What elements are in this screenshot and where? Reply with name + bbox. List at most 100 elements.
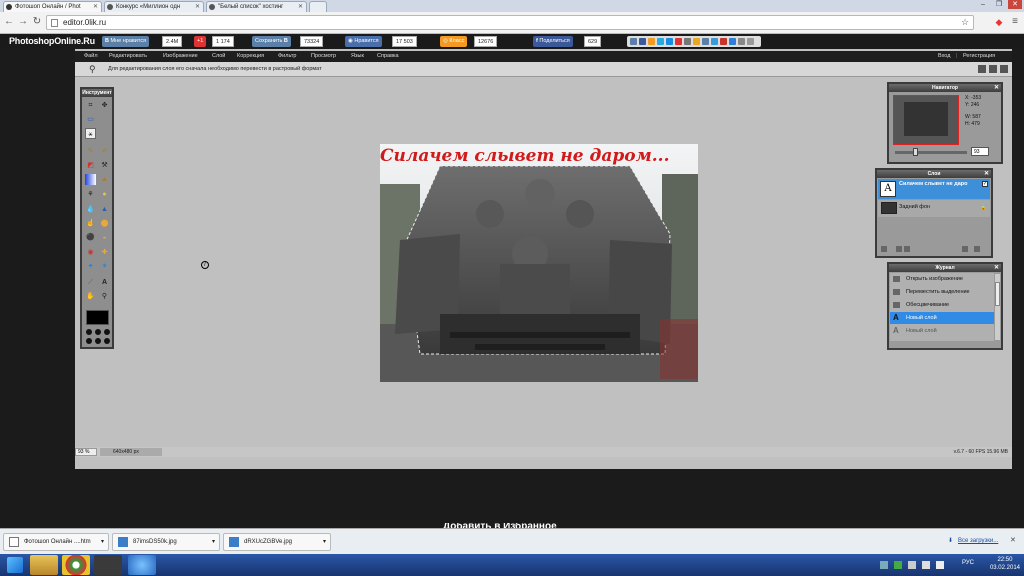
- pinterest-share-icon[interactable]: [720, 38, 727, 45]
- tray-arrow-icon[interactable]: [880, 561, 888, 569]
- burn-icon[interactable]: ⚫: [85, 232, 96, 243]
- back-icon[interactable]: ←: [4, 17, 14, 27]
- restore-icon[interactable]: ❐: [992, 0, 1006, 9]
- download-item[interactable]: Фотошоп Онлайн ....htm ▾: [3, 533, 109, 551]
- all-downloads-link[interactable]: Все загрузки...: [958, 533, 998, 549]
- volume-icon[interactable]: [922, 561, 930, 569]
- dot-icon[interactable]: [95, 329, 101, 335]
- red-eye-icon[interactable]: ◉: [85, 247, 96, 258]
- zoom-slider-handle[interactable]: [913, 148, 918, 156]
- livejournal-share-icon[interactable]: [684, 38, 691, 45]
- network-icon[interactable]: [908, 561, 916, 569]
- new-layer-icon[interactable]: [962, 246, 968, 252]
- pinch-icon[interactable]: ✶: [99, 261, 110, 272]
- menu-adjust[interactable]: Коррекция: [237, 51, 264, 62]
- forward-icon[interactable]: →: [18, 17, 28, 27]
- history-item[interactable]: Открыть изображение: [890, 273, 994, 285]
- site-logo[interactable]: PhotoshopOnline.Ru: [9, 36, 95, 46]
- minimize-icon[interactable]: –: [976, 0, 990, 9]
- mask-icon[interactable]: [896, 246, 902, 252]
- delete-layer-icon[interactable]: [974, 246, 980, 252]
- close-panel-icon[interactable]: [1000, 65, 1008, 73]
- lasso-icon[interactable]: ◌: [99, 114, 110, 125]
- extension-icon[interactable]: ◆: [994, 17, 1004, 27]
- zoom-icon[interactable]: ⚲: [99, 291, 110, 302]
- zoom-slider[interactable]: [895, 148, 967, 156]
- spot-heal-icon[interactable]: ✚: [99, 247, 110, 258]
- close-icon[interactable]: ✕: [994, 84, 999, 92]
- menu-file[interactable]: Файл: [84, 51, 98, 62]
- menu-filter[interactable]: Фильтр: [278, 51, 296, 62]
- restore-panel-icon[interactable]: [989, 65, 997, 73]
- ok-button[interactable]: ◎ Класс: [440, 36, 468, 47]
- navigator-thumbnail[interactable]: [893, 95, 959, 145]
- history-item[interactable]: Переместить выделение: [890, 286, 994, 298]
- vk-share-icon[interactable]: [630, 38, 637, 45]
- gradient-icon[interactable]: [85, 174, 96, 185]
- sponge2-icon[interactable]: ⬤: [99, 218, 110, 229]
- history-item-selected[interactable]: A Новый слой: [890, 312, 994, 324]
- explorer-icon[interactable]: [30, 555, 58, 575]
- gplus-share-icon[interactable]: [675, 38, 682, 45]
- save-button[interactable]: Сохранить В: [252, 36, 291, 47]
- wand-icon[interactable]: ⚹: [85, 128, 96, 139]
- tanks-icon[interactable]: [94, 555, 122, 575]
- minimize-panel-icon[interactable]: [978, 65, 986, 73]
- new-tab-button[interactable]: [309, 1, 327, 12]
- close-tab-icon[interactable]: ✕: [195, 2, 200, 12]
- crop-icon[interactable]: ⌗: [85, 100, 96, 111]
- history-scrollbar[interactable]: [995, 274, 1000, 340]
- blur-icon[interactable]: 💧: [85, 204, 96, 215]
- layer-caption[interactable]: Силачем слывет не даром...: [380, 146, 698, 166]
- sponge-icon[interactable]: ●: [99, 189, 110, 200]
- mail-share-icon[interactable]: [666, 38, 673, 45]
- app-icon[interactable]: [128, 555, 156, 575]
- close-tab-icon[interactable]: ✕: [298, 2, 303, 12]
- menu-image[interactable]: Изображение: [163, 51, 198, 62]
- login-link[interactable]: Вход: [938, 51, 950, 62]
- visibility-checkbox[interactable]: ✓: [982, 181, 988, 187]
- download-item[interactable]: dRXUcZGBVe.jpg ▾: [223, 533, 331, 551]
- chrome-icon[interactable]: [62, 555, 90, 575]
- dodge-icon[interactable]: ◒: [99, 232, 110, 243]
- lock-icon[interactable]: 🔒: [980, 204, 987, 211]
- tab-contest[interactable]: Конкурс «Миллион одн ✕: [104, 1, 204, 12]
- twitter-share-icon[interactable]: [657, 38, 664, 45]
- tab-photoshop[interactable]: Фотошоп Онлайн / Phot ✕: [3, 1, 102, 12]
- liveinternet-share-icon[interactable]: [711, 38, 718, 45]
- history-item[interactable]: Обесцвечивание: [890, 299, 994, 311]
- dot-icon[interactable]: [95, 338, 101, 344]
- linkedin-share-icon[interactable]: [729, 38, 736, 45]
- reload-icon[interactable]: ↻: [32, 17, 42, 27]
- chevron-down-icon[interactable]: ▾: [323, 534, 326, 550]
- register-link[interactable]: Регистрация: [963, 51, 995, 62]
- close-icon[interactable]: ✕: [994, 264, 999, 272]
- url-input[interactable]: editor.0lik.ru: [46, 15, 974, 30]
- replace-icon[interactable]: ⚒: [99, 160, 110, 171]
- history-item[interactable]: A Новый слой: [890, 325, 994, 337]
- menu-edit[interactable]: Редактировать: [109, 51, 147, 62]
- menu-help[interactable]: Справка: [377, 51, 399, 62]
- dot-icon[interactable]: [104, 329, 110, 335]
- start-button[interactable]: [7, 557, 23, 573]
- dot-icon[interactable]: [86, 338, 92, 344]
- menu-view[interactable]: Просмотр: [311, 51, 336, 62]
- menu-layer[interactable]: Слой: [212, 51, 225, 62]
- clone-icon[interactable]: ⚘: [85, 189, 96, 200]
- close-icon[interactable]: ✕: [1010, 533, 1016, 549]
- clock[interactable]: 22:50 03.02.2014: [990, 556, 1020, 572]
- vk-like-button[interactable]: В Мне нравится: [102, 36, 150, 47]
- move-icon[interactable]: ✥: [99, 100, 110, 111]
- close-tab-icon[interactable]: ✕: [93, 2, 98, 12]
- hand-icon[interactable]: ✋: [85, 291, 96, 302]
- share-button[interactable]: f Поделиться: [533, 36, 573, 47]
- bucket-icon[interactable]: ▲: [99, 174, 110, 185]
- ok-share-icon[interactable]: [648, 38, 655, 45]
- eyedropper-icon[interactable]: ⟋: [85, 277, 96, 288]
- eraser-icon[interactable]: ◩: [85, 160, 96, 171]
- sharpen-icon[interactable]: ▲: [99, 204, 110, 215]
- layer-row-text[interactable]: A Силачем слывет не даро ✓: [878, 179, 990, 199]
- smudge-icon[interactable]: ☝: [85, 218, 96, 229]
- chevron-down-icon[interactable]: ▾: [212, 534, 215, 550]
- close-window-icon[interactable]: ✕: [1008, 0, 1022, 9]
